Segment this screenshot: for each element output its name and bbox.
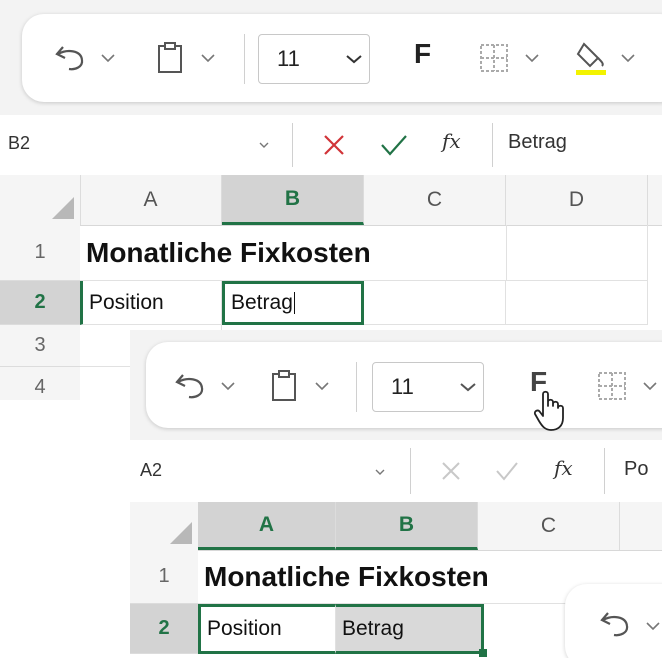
ribbon: 11 F bbox=[130, 330, 662, 440]
column-header-row: A B C bbox=[130, 502, 662, 551]
divider bbox=[356, 362, 357, 412]
column-header-a[interactable]: A bbox=[198, 502, 336, 550]
divider bbox=[292, 123, 293, 167]
font-size-value: 11 bbox=[277, 46, 300, 71]
select-all-corner[interactable] bbox=[0, 175, 81, 225]
fill-color-icon[interactable] bbox=[570, 34, 614, 82]
chevron-down-icon[interactable] bbox=[254, 135, 274, 155]
column-header-c[interactable]: C bbox=[364, 175, 506, 225]
row-headers: 1 2 bbox=[130, 550, 198, 658]
cell-b2[interactable]: Betrag bbox=[222, 281, 364, 325]
formula-input[interactable]: Betrag bbox=[508, 131, 567, 154]
cell-d1[interactable] bbox=[506, 225, 648, 281]
row-header-3[interactable]: 3 bbox=[0, 325, 80, 367]
ribbon: 11 F bbox=[0, 0, 662, 115]
borders-icon[interactable] bbox=[474, 38, 514, 78]
ribbon-toolbar: 11 F bbox=[146, 342, 662, 431]
undo-icon[interactable] bbox=[50, 40, 90, 76]
row-header-1[interactable]: 1 bbox=[130, 550, 198, 604]
hand-cursor-icon bbox=[530, 386, 570, 434]
excel-window-3 bbox=[555, 580, 662, 658]
ribbon-toolbar bbox=[565, 584, 662, 658]
borders-icon[interactable] bbox=[592, 366, 632, 406]
divider bbox=[604, 448, 605, 494]
name-box[interactable]: A2 bbox=[140, 460, 162, 481]
fill-handle[interactable] bbox=[479, 649, 487, 657]
insert-function-button[interactable]: fx bbox=[442, 129, 461, 153]
ribbon-toolbar: 11 F bbox=[22, 14, 662, 102]
chevron-down-icon[interactable] bbox=[312, 374, 332, 398]
chevron-down-icon[interactable] bbox=[522, 46, 542, 70]
select-all-corner[interactable] bbox=[130, 502, 199, 550]
bold-button[interactable]: F bbox=[414, 38, 431, 70]
column-header-b[interactable]: B bbox=[336, 502, 478, 550]
cell-b2-text: Betrag bbox=[231, 291, 293, 314]
insert-function-button[interactable]: fx bbox=[554, 456, 573, 480]
chevron-down-icon[interactable] bbox=[640, 374, 660, 398]
divider bbox=[244, 34, 245, 84]
formula-input[interactable]: Po bbox=[624, 458, 648, 481]
chevron-down-icon[interactable] bbox=[218, 374, 238, 398]
text-cursor bbox=[293, 292, 296, 314]
cell-c2[interactable] bbox=[364, 281, 506, 325]
row-header-1[interactable]: 1 bbox=[0, 225, 80, 281]
cancel-icon[interactable] bbox=[316, 127, 352, 163]
font-size-value: 11 bbox=[391, 374, 414, 399]
name-box[interactable]: B2 bbox=[8, 133, 30, 154]
cell-d2[interactable] bbox=[506, 281, 648, 325]
row-header-4[interactable]: 4 bbox=[0, 367, 80, 400]
font-size-select[interactable]: 11 bbox=[258, 34, 370, 84]
clipboard-icon[interactable] bbox=[150, 38, 190, 78]
clipboard-icon[interactable] bbox=[264, 366, 304, 406]
cell-a2[interactable]: Position bbox=[198, 604, 336, 654]
divider bbox=[492, 123, 493, 167]
cell-b2[interactable]: Betrag bbox=[336, 604, 484, 654]
chevron-down-icon[interactable] bbox=[98, 46, 118, 70]
column-header-a[interactable]: A bbox=[80, 175, 222, 225]
confirm-icon[interactable] bbox=[376, 127, 412, 163]
cell-a1[interactable]: Monatliche Fixkosten bbox=[80, 225, 506, 281]
row-header-2[interactable]: 2 bbox=[130, 604, 198, 654]
row-header-2[interactable]: 2 bbox=[0, 281, 80, 325]
divider bbox=[410, 448, 411, 494]
font-size-select[interactable]: 11 bbox=[372, 362, 484, 412]
chevron-down-icon[interactable] bbox=[643, 614, 662, 638]
column-header-c[interactable]: C bbox=[478, 502, 620, 550]
cancel-icon[interactable] bbox=[434, 454, 468, 488]
chevron-down-icon bbox=[453, 382, 483, 392]
chevron-down-icon[interactable] bbox=[198, 46, 218, 70]
formula-bar: B2 fx Betrag bbox=[0, 115, 662, 176]
chevron-down-icon[interactable] bbox=[618, 46, 638, 70]
column-header-b[interactable]: B bbox=[222, 175, 364, 225]
column-header-row: A B C D bbox=[0, 175, 662, 226]
cell-a2[interactable]: Position bbox=[80, 281, 222, 325]
undo-icon[interactable] bbox=[170, 368, 210, 404]
confirm-icon[interactable] bbox=[490, 454, 524, 488]
row-headers: 1 2 3 4 bbox=[0, 225, 80, 400]
column-header-d[interactable]: D bbox=[506, 175, 648, 225]
chevron-down-icon bbox=[339, 54, 369, 64]
chevron-down-icon[interactable] bbox=[370, 462, 390, 482]
undo-icon[interactable] bbox=[595, 606, 635, 642]
formula-bar: A2 fx Po bbox=[130, 440, 662, 503]
